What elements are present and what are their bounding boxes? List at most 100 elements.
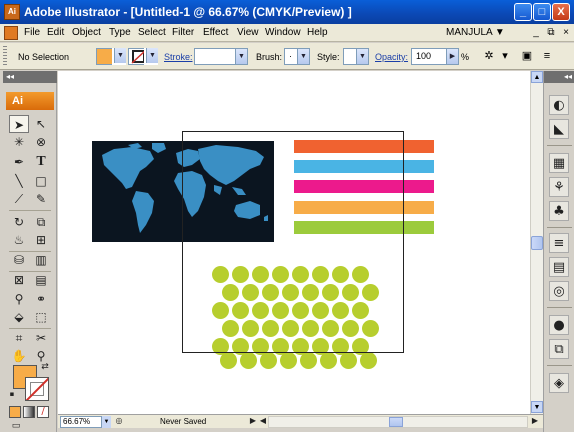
warp-tool-icon[interactable]: ♨ <box>9 231 29 249</box>
gradient-panel-icon[interactable]: ▤ <box>549 257 569 277</box>
menu-view[interactable]: View <box>237 27 259 38</box>
menu-object[interactable]: Object <box>72 27 101 38</box>
doc-minimize-button[interactable]: _ <box>530 26 542 39</box>
right-dock-collapse-tab[interactable]: ◂◂ <box>544 71 574 83</box>
menu-file[interactable]: File <box>24 27 40 38</box>
stroke-color-box[interactable] <box>25 377 49 401</box>
selection-tool-icon[interactable]: ➤ <box>9 115 29 133</box>
live-paint-bucket-tool-icon[interactable]: ⬙ <box>9 308 29 326</box>
maximize-button[interactable]: □ <box>533 3 551 21</box>
pattern-dot[interactable] <box>360 352 377 369</box>
symbol-sprayer-tool-icon[interactable]: ⛁ <box>9 251 29 269</box>
pencil-tool-icon[interactable]: ✎ <box>31 190 51 208</box>
menu-filter[interactable]: Filter <box>172 27 194 38</box>
stroke-panel-icon[interactable]: ≡ <box>549 233 569 253</box>
opacity-dropdown-arrow[interactable]: ▶ <box>446 49 458 64</box>
lasso-tool-icon[interactable]: ⊗ <box>31 133 51 151</box>
fill-dropdown-arrow[interactable]: ▼ <box>114 48 126 63</box>
appearance-panel-icon[interactable]: ● <box>549 315 569 335</box>
swap-fill-stroke-icon[interactable]: ⇄ <box>39 361 51 373</box>
graphic-styles-panel-icon[interactable]: ⧉ <box>549 339 569 359</box>
stroke-weight-dropdown[interactable]: ▼ <box>194 48 248 65</box>
control-bar-grip[interactable] <box>3 46 7 66</box>
none-mode-icon[interactable]: / <box>37 406 49 418</box>
direct-selection-tool-icon[interactable]: ↖ <box>31 115 51 133</box>
scroll-up-arrow-icon[interactable]: ▲ <box>531 71 543 83</box>
blend-tool-icon[interactable]: ⚭ <box>31 290 51 308</box>
color-panel-icon[interactable]: ◐ <box>549 95 569 115</box>
pattern-dot[interactable] <box>340 352 357 369</box>
paintbrush-tool-icon[interactable]: ⟋ <box>9 190 29 208</box>
document-menu-icon[interactable] <box>4 26 18 40</box>
menu-help[interactable]: Help <box>307 27 328 38</box>
color-guide-panel-icon[interactable]: ◣ <box>549 119 569 139</box>
menu-effect[interactable]: Effect <box>203 27 228 38</box>
doc-close-button[interactable]: × <box>560 26 572 39</box>
tools-panel-collapse-tab[interactable]: ◂◂ <box>3 71 57 83</box>
scroll-right-arrow-icon[interactable]: ▶ <box>530 415 540 427</box>
pattern-dot[interactable] <box>220 352 237 369</box>
swatches-panel-icon[interactable]: ▦ <box>549 153 569 173</box>
recolor-artwork-icon[interactable]: ✲ <box>480 48 498 65</box>
horizontal-scroll-thumb[interactable] <box>389 417 403 427</box>
stroke-weight-arrow[interactable]: ▼ <box>235 49 247 64</box>
panel-options-icon[interactable]: ≡ <box>538 48 556 65</box>
line-tool-icon[interactable]: ╲ <box>9 172 29 190</box>
mesh-tool-icon[interactable]: ⊠ <box>9 271 29 289</box>
magic-wand-tool-icon[interactable]: ✳ <box>9 133 29 151</box>
pen-tool-icon[interactable]: ✒ <box>9 153 29 171</box>
pattern-dot[interactable] <box>320 352 337 369</box>
close-button[interactable]: X <box>552 3 570 21</box>
scissors-tool-icon[interactable]: ✂ <box>31 329 51 347</box>
transparency-panel-icon[interactable]: ◎ <box>549 281 569 301</box>
zoom-level-field[interactable]: 66.67% <box>60 416 102 428</box>
workspace-user-menu[interactable]: MANJULA ▼ <box>446 27 505 38</box>
live-paint-selection-tool-icon[interactable]: ⬚ <box>31 308 51 326</box>
scroll-left-arrow-icon[interactable]: ◀ <box>258 415 268 427</box>
column-graph-tool-icon[interactable]: ▥ <box>31 251 51 269</box>
free-transform-tool-icon[interactable]: ⊞ <box>31 231 51 249</box>
style-dropdown[interactable]: ▼ <box>343 48 369 65</box>
document-canvas[interactable] <box>58 71 530 414</box>
rotate-tool-icon[interactable]: ↻ <box>9 213 29 231</box>
symbols-panel-icon[interactable]: ♣ <box>549 201 569 221</box>
document-setup-icon[interactable]: ▣ <box>518 48 536 65</box>
pattern-dot[interactable] <box>240 352 257 369</box>
type-tool-icon[interactable]: T <box>31 153 51 171</box>
menu-type[interactable]: Type <box>109 27 131 38</box>
minimize-button[interactable]: _ <box>514 3 532 21</box>
illustrator-app-icon[interactable]: Ai <box>4 4 20 20</box>
pattern-dot[interactable] <box>260 352 277 369</box>
menu-select[interactable]: Select <box>138 27 166 38</box>
vertical-scrollbar[interactable]: ▲ ▼ <box>530 71 543 414</box>
gradient-tool-icon[interactable]: ▤ <box>31 271 51 289</box>
opacity-field[interactable]: 100 ▶ <box>411 48 459 65</box>
crop-area-tool-icon[interactable]: ⌗ <box>9 329 29 347</box>
zoom-dropdown-arrow[interactable]: ▼ <box>102 416 111 428</box>
eyedropper-tool-icon[interactable]: ⚲ <box>9 290 29 308</box>
style-dropdown-arrow[interactable]: ▼ <box>356 49 368 64</box>
color-mode-icon[interactable] <box>9 406 21 418</box>
brushes-panel-icon[interactable]: ⚘ <box>549 177 569 197</box>
scroll-down-arrow-icon[interactable]: ▼ <box>531 401 543 413</box>
recolor-dropdown-arrow[interactable]: ▾ <box>500 48 510 65</box>
opacity-label-link[interactable]: Opacity: <box>375 52 408 62</box>
screen-mode-icon[interactable]: ▭ <box>9 421 23 431</box>
version-cue-icon[interactable]: ◎ <box>114 415 124 427</box>
menu-edit[interactable]: Edit <box>47 27 64 38</box>
gradient-mode-icon[interactable] <box>23 406 35 418</box>
default-fill-stroke-icon[interactable]: ▪ <box>7 389 17 399</box>
brush-dropdown-arrow[interactable]: ▼ <box>297 49 309 64</box>
brush-dropdown[interactable]: · ▼ <box>284 48 310 65</box>
stroke-dropdown-arrow[interactable]: ▼ <box>146 48 158 63</box>
stroke-label-link[interactable]: Stroke: <box>164 52 193 62</box>
rectangle-tool-icon[interactable]: □ <box>31 172 51 190</box>
scale-tool-icon[interactable]: ⧉ <box>31 213 51 231</box>
vertical-scroll-thumb[interactable] <box>531 236 543 250</box>
pattern-dot[interactable] <box>300 352 317 369</box>
doc-restore-button[interactable]: ⧉ <box>545 26 557 39</box>
status-menu-arrow-icon[interactable]: ▶ <box>248 415 258 427</box>
pattern-dot[interactable] <box>280 352 297 369</box>
horizontal-scrollbar[interactable] <box>268 416 528 428</box>
layers-panel-icon[interactable]: ◈ <box>549 373 569 393</box>
